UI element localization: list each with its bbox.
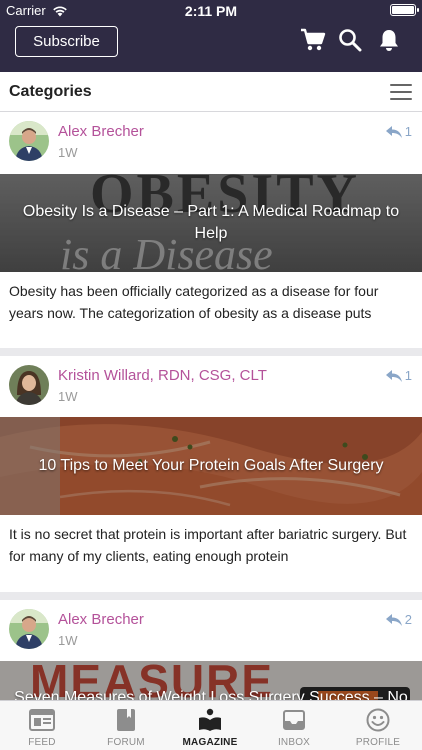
reply-icon bbox=[385, 369, 402, 382]
categories-title: Categories bbox=[9, 83, 92, 100]
article-card[interactable]: Alex Brecher 1W 2 MEASURE Seven Measures… bbox=[0, 600, 422, 700]
subscribe-button[interactable]: Subscribe bbox=[15, 26, 118, 57]
article-excerpt: It is no secret that protein is importan… bbox=[9, 526, 407, 564]
profile-icon bbox=[365, 707, 391, 733]
tab-inbox[interactable]: INBOX bbox=[252, 701, 336, 750]
tab-bar: FEED FORUM MAGAZINE INBOX PROFILE bbox=[0, 700, 422, 750]
tab-magazine[interactable]: MAGAZINE bbox=[168, 701, 252, 750]
battery-icon bbox=[390, 4, 419, 16]
inbox-icon bbox=[281, 707, 307, 733]
cart-icon[interactable] bbox=[300, 27, 326, 53]
avatar[interactable] bbox=[9, 121, 49, 161]
reply-icon bbox=[385, 125, 402, 138]
post-age: 1W bbox=[58, 389, 78, 404]
article-feed[interactable]: Alex Brecher 1W 1 OBESITY is a Disease O… bbox=[0, 112, 422, 700]
article-title[interactable]: 10 Tips to Meet Your Protein Goals After… bbox=[10, 417, 412, 515]
author-name[interactable]: Kristin Willard, RDN, CSG, CLT bbox=[58, 367, 267, 384]
post-age: 1W bbox=[58, 145, 78, 160]
author-name[interactable]: Alex Brecher bbox=[58, 123, 144, 140]
tab-profile[interactable]: PROFILE bbox=[336, 701, 420, 750]
tab-label: INBOX bbox=[277, 737, 311, 748]
article-excerpt: Obesity has been officially categorized … bbox=[9, 283, 379, 321]
top-bar: Carrier 2:11 PM Subscribe bbox=[0, 0, 422, 72]
categories-bar[interactable]: Categories bbox=[0, 72, 422, 112]
tab-feed[interactable]: FEED bbox=[0, 701, 84, 750]
article-card[interactable]: Alex Brecher 1W 1 OBESITY is a Disease O… bbox=[0, 112, 422, 348]
status-bar: Carrier 2:11 PM bbox=[0, 0, 422, 22]
avatar[interactable] bbox=[9, 365, 49, 405]
reply-count[interactable]: 2 bbox=[385, 612, 412, 627]
author-name[interactable]: Alex Brecher bbox=[58, 611, 144, 628]
tab-label: PROFILE bbox=[355, 737, 401, 748]
tab-label: FORUM bbox=[107, 737, 145, 748]
tab-label: MAGAZINE bbox=[182, 737, 238, 748]
reply-count-value: 1 bbox=[404, 124, 412, 139]
reply-count-value: 2 bbox=[404, 612, 412, 627]
search-icon[interactable] bbox=[337, 27, 363, 53]
article-image[interactable]: OBESITY is a Disease Obesity Is a Diseas… bbox=[0, 174, 422, 272]
article-image[interactable]: MEASURE Seven Measures of Weight Loss Su… bbox=[0, 661, 422, 700]
tab-label: FEED bbox=[28, 737, 56, 748]
post-age: 1W bbox=[58, 633, 78, 648]
menu-icon[interactable] bbox=[390, 84, 412, 100]
bell-icon[interactable] bbox=[376, 27, 402, 53]
reply-count[interactable]: 1 bbox=[385, 368, 412, 383]
reply-count[interactable]: 1 bbox=[385, 124, 412, 139]
article-title[interactable]: Obesity Is a Disease – Part 1: A Medical… bbox=[10, 174, 412, 272]
magazine-icon bbox=[197, 707, 223, 733]
tab-forum[interactable]: FORUM bbox=[84, 701, 168, 750]
reply-icon bbox=[385, 613, 402, 626]
forum-icon bbox=[113, 707, 139, 733]
article-image[interactable]: 10 Tips to Meet Your Protein Goals After… bbox=[0, 417, 422, 515]
feed-icon bbox=[29, 707, 55, 733]
article-card[interactable]: Kristin Willard, RDN, CSG, CLT 1W 1 10 T… bbox=[0, 356, 422, 592]
article-title[interactable]: Seven Measures of Weight Loss Surgery Su… bbox=[10, 661, 412, 700]
status-time: 2:11 PM bbox=[184, 3, 238, 19]
reply-count-value: 1 bbox=[404, 368, 412, 383]
avatar[interactable] bbox=[9, 609, 49, 649]
